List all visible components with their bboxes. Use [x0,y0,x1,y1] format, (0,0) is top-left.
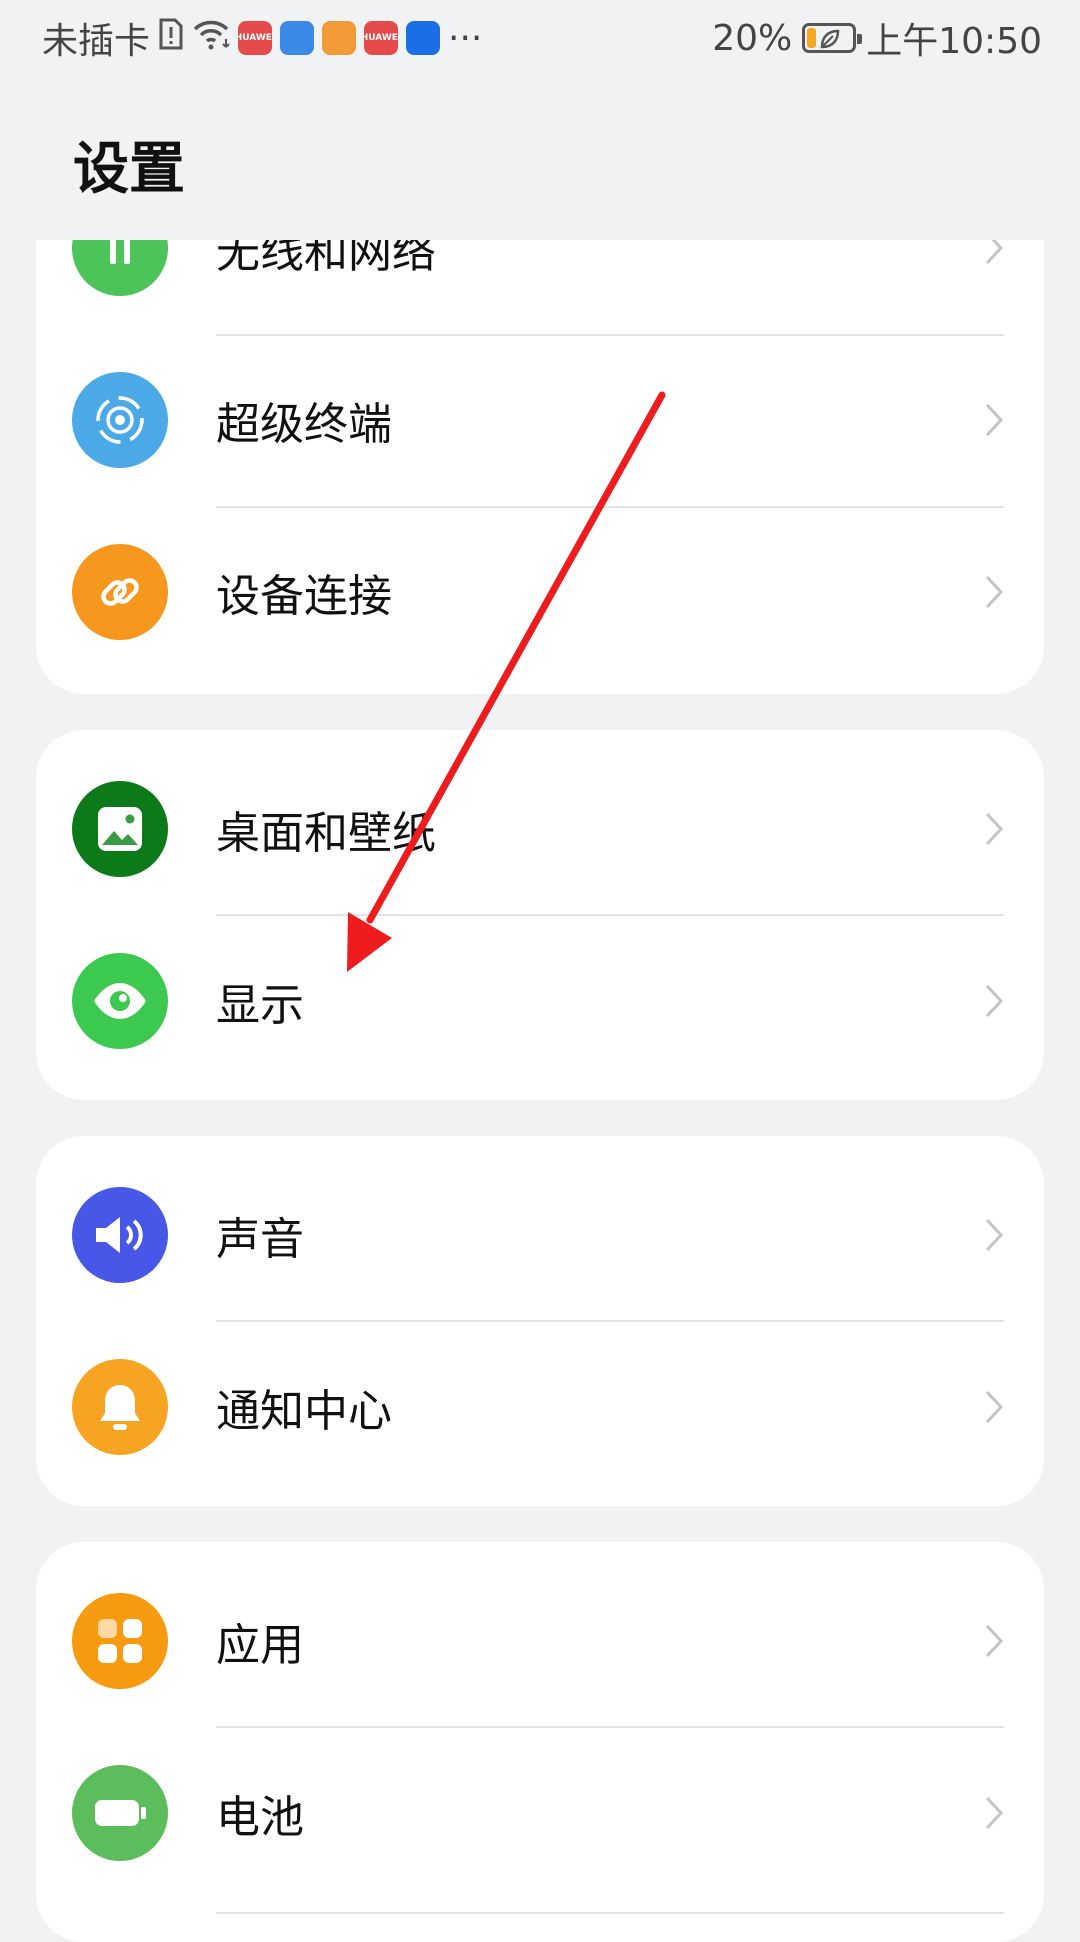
chevron-right-icon [985,1218,1004,1252]
speaker-icon [72,1187,168,1283]
wallpaper-icon [72,781,168,877]
settings-item-display[interactable]: 显示 [36,915,1044,1087]
chevron-right-icon [985,1796,1004,1830]
wireless-network-icon [72,240,168,296]
sim-alert-icon [158,17,184,60]
settings-item-super-device[interactable]: 超级终端 [36,334,1044,506]
video-notification-icon [322,21,357,55]
settings-item-label: 应用 [216,1620,304,1671]
settings-item-label: 无线和网络 [216,240,436,278]
chevron-right-icon [985,575,1004,609]
chevron-right-icon [985,1624,1004,1658]
battery-percent: 20% [712,17,793,59]
settings-item-sound[interactable]: 声音 [36,1149,1044,1321]
link-icon [72,544,168,640]
tips-notification-icon [406,21,441,55]
settings-item-label: 显示 [216,980,304,1031]
eye-icon [72,953,168,1049]
battery-status-icon [802,23,863,53]
settings-item-wireless-network[interactable]: 无线和网络 [36,240,1044,334]
chevron-right-icon [985,240,1004,265]
settings-item-battery[interactable]: 电池 [36,1727,1044,1899]
settings-item-label: 声音 [216,1214,304,1265]
chevron-right-icon [985,812,1004,846]
divider [216,1912,1004,1914]
settings-item-label: 通知中心 [216,1386,392,1437]
page-title: 设置 [73,137,185,202]
settings-item-home-wallpaper[interactable]: 桌面和壁纸 [36,743,1044,915]
carrier-text: 未插卡 [42,21,151,62]
settings-item-notification-center[interactable]: 通知中心 [36,1321,1044,1493]
chevron-right-icon [985,403,1004,437]
status-right: 20% 上午10:50 [712,14,1042,63]
scroll-clip: 无线和网络 超级终端 设备连接 [0,240,1080,700]
more-notifications-icon: ··· [448,17,483,59]
settings-group-sound: 声音 通知中心 [36,1136,1044,1506]
apps-icon [72,1593,168,1689]
status-left: 未插卡 HUAWEI HUAWEI ··· [42,14,483,63]
chevron-right-icon [985,1390,1004,1424]
settings-item-label: 设备连接 [216,571,392,622]
huawei-store-notification-icon: HUAWEI [238,21,273,55]
battery-icon [72,1765,168,1861]
settings-item-label: 电池 [216,1792,304,1843]
status-bar: 未插卡 HUAWEI HUAWEI ··· 20% 上午10:50 [0,0,1080,76]
chevron-right-icon [985,984,1004,1018]
settings-group-connectivity: 无线和网络 超级终端 设备连接 [36,240,1044,694]
wifi-icon [192,17,230,60]
settings-group-display: 桌面和壁纸 显示 [36,730,1044,1100]
bell-icon [72,1359,168,1455]
clock: 上午10:50 [866,21,1042,62]
settings-item-apps[interactable]: 应用 [36,1555,1044,1727]
huawei-store-2-notification-icon: HUAWEI [364,21,399,55]
super-device-icon [72,372,168,468]
settings-group-apps: 应用 电池 [36,1542,1044,1942]
settings-item-label: 桌面和壁纸 [216,808,436,859]
browser-notification-icon [280,21,315,55]
settings-item-device-connection[interactable]: 设备连接 [36,506,1044,678]
settings-item-label: 超级终端 [216,399,392,450]
